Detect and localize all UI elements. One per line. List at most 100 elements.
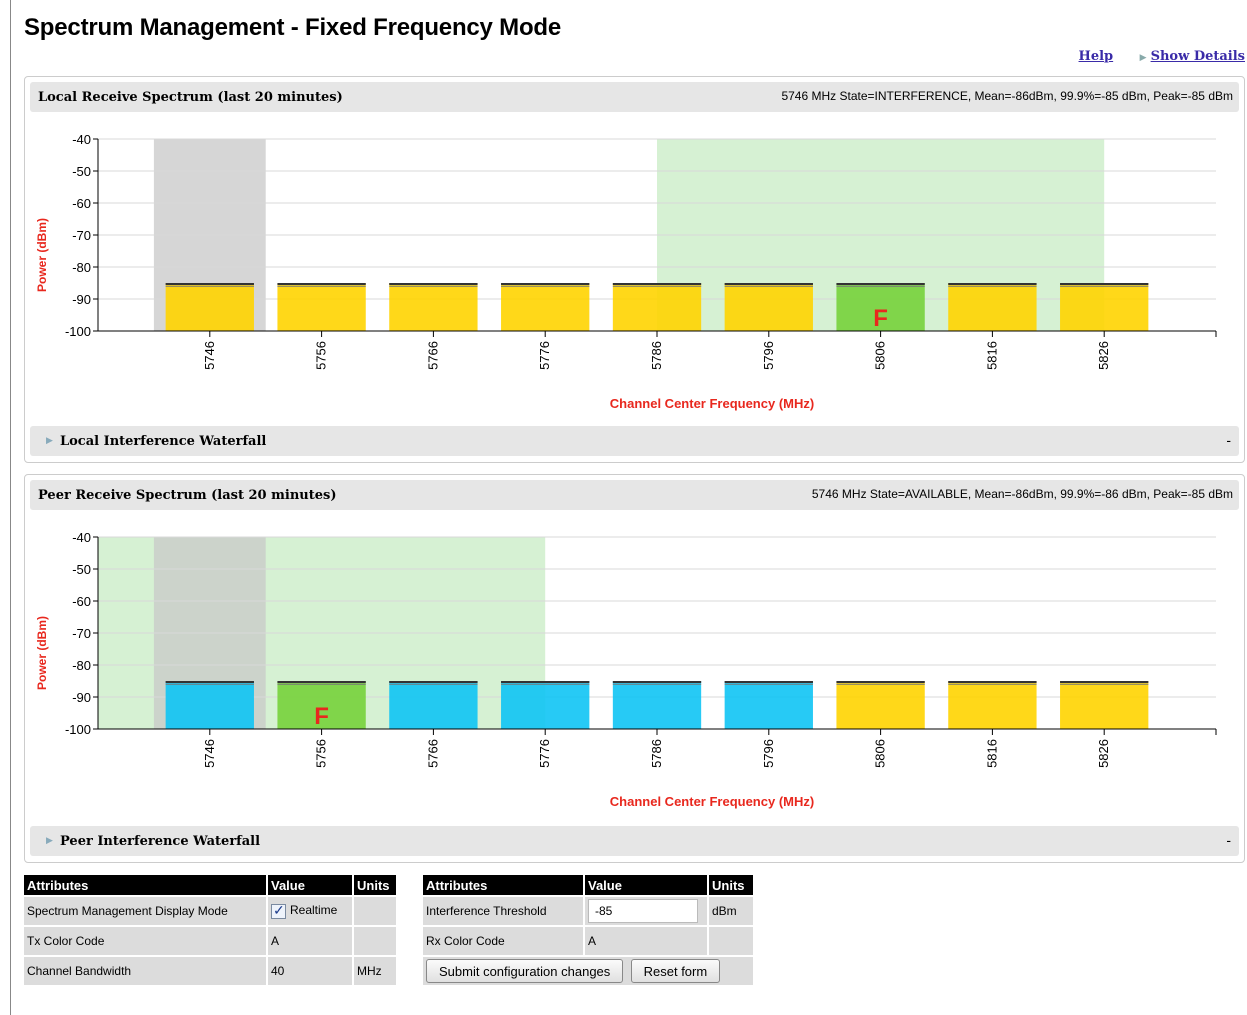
table-row: Interference Threshold dBm [421, 895, 755, 927]
spectrum-bar [501, 283, 590, 331]
peer-spectrum-title: Peer Receive Spectrum (last 20 minutes) [38, 488, 337, 503]
value-cell: A [583, 925, 709, 957]
peer-spectrum-stats: 5746 MHz State=AVAILABLE, Mean=-86dBm, 9… [811, 487, 1233, 501]
x-axis-label: Channel Center Frequency (MHz) [610, 794, 814, 809]
local-spectrum-chart: F -40 -50 -60 -70 -80 -90 -100 5746 5756 5766 5776 5… [35, 132, 1217, 411]
spectrum-bar [165, 681, 254, 729]
y-tick-label: -100 [65, 324, 91, 339]
x-tick-label: 5786 [649, 739, 664, 768]
attribute-label: Tx Color Code [22, 925, 268, 957]
x-tick-label: 5806 [873, 739, 888, 768]
x-axis-label: Channel Center Frequency (MHz) [610, 396, 814, 411]
value-header: Value [266, 873, 354, 897]
spectrum-bar [277, 283, 366, 331]
frequency-marker: F [314, 703, 329, 730]
x-tick-label: 5816 [984, 739, 999, 768]
table-row: Tx Color Code A [22, 925, 398, 957]
submit-button[interactable]: Submit configuration changes [426, 959, 624, 983]
y-tick-label: -80 [72, 260, 91, 275]
y-axis-label: Power (dBm) [35, 616, 49, 690]
form-actions: Submit configuration changes Reset form [421, 955, 755, 987]
frequency-marker: F [873, 305, 888, 332]
spectrum-bar [612, 283, 702, 331]
realtime-option[interactable]: Realtime [266, 895, 354, 927]
expand-arrow-icon: ▶ [1139, 53, 1147, 63]
local-spectrum-panel: Local Receive Spectrum (last 20 minutes)… [24, 76, 1245, 463]
page-title: Spectrum Management - Fixed Frequency Mo… [24, 14, 562, 41]
threshold-cell [583, 895, 709, 927]
spectrum-bar [948, 681, 1037, 729]
expand-arrow-icon: ▶ [46, 835, 53, 845]
interference-threshold-input[interactable] [588, 899, 698, 923]
attribute-label: Rx Color Code [421, 925, 585, 957]
spectrum-bar [501, 681, 590, 729]
units-cell: dBm [707, 895, 755, 927]
y-tick-label: -100 [65, 722, 91, 737]
table-row: Channel Bandwidth 40 MHz [22, 955, 398, 987]
show-details-link[interactable]: Show Details [1151, 49, 1245, 64]
peer-spectrum-chart: F -40 -50 -60 -70 -80 -90 -100 5746 5756 5766 5776 5… [35, 530, 1217, 809]
y-tick-label: -40 [72, 530, 91, 545]
x-tick-label: 5826 [1096, 341, 1111, 370]
x-tick-label: 5766 [425, 341, 440, 370]
y-tick-label: -90 [72, 292, 91, 307]
value-cell: 40 [266, 955, 354, 987]
x-tick-label: 5756 [314, 341, 329, 370]
x-tick-label: 5796 [761, 341, 776, 370]
reset-button[interactable]: Reset form [630, 959, 721, 983]
realtime-label: Realtime [290, 903, 338, 918]
spectrum-bar [389, 681, 478, 729]
attribute-label: Spectrum Management Display Mode [22, 895, 268, 927]
table-row: Submit configuration changes Reset form [421, 955, 755, 987]
peer-waterfall-toggle[interactable]: ▶ Peer Interference Waterfall - [30, 826, 1239, 856]
spectrum-bar [724, 681, 813, 729]
units-header: Units [707, 873, 755, 897]
units-cell [352, 925, 398, 957]
peer-waterfall-label: Peer Interference Waterfall [60, 834, 261, 849]
attributes-header: Attributes [22, 873, 268, 897]
realtime-checkbox[interactable] [271, 902, 286, 919]
collapse-icon[interactable]: - [1226, 432, 1231, 448]
spectrum-bar [948, 283, 1037, 331]
y-tick-label: -70 [72, 228, 91, 243]
x-tick-label: 5756 [314, 739, 329, 768]
x-tick-label: 5796 [761, 739, 776, 768]
units-header: Units [352, 873, 398, 897]
attributes-header: Attributes [421, 873, 585, 897]
attribute-label: Interference Threshold [421, 895, 585, 927]
units-cell [707, 925, 755, 957]
spectrum-bar [165, 283, 254, 331]
attribute-label: Channel Bandwidth [22, 955, 268, 987]
y-tick-label: -50 [72, 164, 91, 179]
y-axis-label: Power (dBm) [35, 218, 49, 292]
x-tick-label: 5766 [425, 739, 440, 768]
peer-spectrum-panel: Peer Receive Spectrum (last 20 minutes) … [24, 474, 1245, 863]
x-tick-label: 5786 [649, 341, 664, 370]
units-cell [352, 895, 398, 927]
local-spectrum-title: Local Receive Spectrum (last 20 minutes) [38, 90, 343, 105]
y-tick-label: -40 [72, 132, 91, 147]
value-cell: A [266, 925, 354, 957]
spectrum-bar [1060, 681, 1149, 729]
x-tick-label: 5746 [202, 739, 217, 768]
spectrum-bar [1060, 283, 1149, 331]
y-tick-label: -80 [72, 658, 91, 673]
x-tick-label: 5806 [873, 341, 888, 370]
local-waterfall-toggle[interactable]: ▶ Local Interference Waterfall - [30, 426, 1239, 456]
x-tick-label: 5776 [537, 739, 552, 768]
help-link[interactable]: Help [1079, 49, 1114, 64]
expand-arrow-icon: ▶ [46, 435, 53, 445]
spectrum-bar [612, 681, 702, 729]
table-row: Rx Color Code A [421, 925, 755, 957]
x-tick-label: 5816 [984, 341, 999, 370]
local-spectrum-stats: 5746 MHz State=INTERFERENCE, Mean=-86dBm… [781, 89, 1233, 103]
y-tick-label: -70 [72, 626, 91, 641]
local-spectrum-header: Local Receive Spectrum (last 20 minutes)… [30, 82, 1239, 112]
spectrum-bar [724, 283, 813, 331]
spectrum-bar [836, 681, 925, 729]
collapse-icon[interactable]: - [1226, 832, 1231, 848]
y-tick-label: -50 [72, 562, 91, 577]
y-tick-label: -90 [72, 690, 91, 705]
display-attributes-table: Attributes Value Units Spectrum Manageme… [22, 873, 398, 987]
x-tick-label: 5746 [202, 341, 217, 370]
